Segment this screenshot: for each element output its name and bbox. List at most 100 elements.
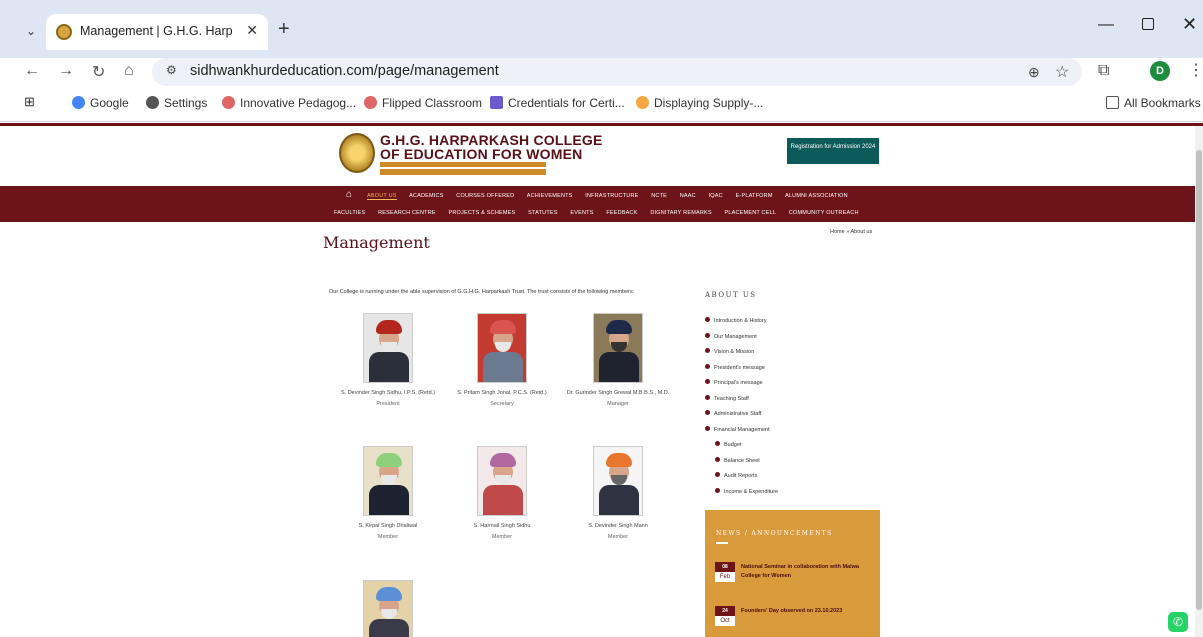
sidebar-subitem-balance[interactable]: Balance Sheet xyxy=(715,456,881,464)
gear-icon xyxy=(146,96,159,109)
member-name: S. Devinder Singh Sidhu, I.P.S. (Retd.) xyxy=(340,390,436,396)
nav-row-1: ABOUT US ACADEMICS COURSES OFFERED ACHIE… xyxy=(367,193,859,200)
nav-research[interactable]: RESEARCH CENTRE xyxy=(378,210,436,216)
bookmark-settings[interactable]: Settings xyxy=(146,96,207,110)
bullet-icon xyxy=(715,487,720,493)
google-icon xyxy=(72,96,85,109)
home-icon[interactable]: ⌂ xyxy=(346,189,352,200)
news-panel: NEWS / ANNOUNCEMENTS 08 Feb National Sem… xyxy=(705,510,880,637)
browser-toolbar: ← → ↻ ⌂ ⚙ sidhwankhurdeducation.com/page… xyxy=(0,58,1203,88)
zoom-icon[interactable]: ⊕ xyxy=(1028,64,1040,81)
bullet-icon xyxy=(715,472,720,477)
whatsapp-icon[interactable]: ✆ xyxy=(1168,612,1188,632)
bookmark-credentials[interactable]: Credentials for Certi... xyxy=(490,96,625,110)
all-bookmarks[interactable]: All Bookmarks xyxy=(1106,96,1201,110)
bullet-icon xyxy=(705,379,710,384)
nav-placement[interactable]: PLACEMENT CELL xyxy=(725,210,777,216)
bookmark-innovative[interactable]: Innovative Pedagog... xyxy=(222,96,356,110)
extensions-icon[interactable]: ⧉ xyxy=(1098,62,1109,80)
active-tab[interactable]: Management | G.H.G. Harparka ✕ xyxy=(46,14,268,50)
member-role: President xyxy=(376,401,400,407)
nav-events[interactable]: EVENTS xyxy=(570,210,593,216)
nav-iqac[interactable]: IQAC xyxy=(709,193,723,199)
nav-statutes[interactable]: STATUTES xyxy=(528,210,558,216)
url-text[interactable]: sidhwankhurdeducation.com/page/managemen… xyxy=(190,63,499,79)
sidebar-item-teaching[interactable]: Teaching Staff xyxy=(705,394,881,402)
sidebar-subitem-budget[interactable]: Budget xyxy=(715,441,881,448)
title-underline xyxy=(716,542,728,544)
window-close-icon[interactable]: ✕ xyxy=(1182,14,1197,35)
favicon-icon xyxy=(56,24,72,40)
page-title: Management xyxy=(323,233,430,252)
member-name: S. Pritam Singh Jonal, P.C.S. (Retd.) xyxy=(457,390,547,396)
reload-icon[interactable]: ↻ xyxy=(92,62,105,82)
forward-icon[interactable]: → xyxy=(58,62,74,80)
sidebar-subitem-income[interactable]: Income & Expenditure xyxy=(715,487,881,495)
member-name: Dr. Gurinder Singh Grewal M.B.B.S., M.D. xyxy=(566,390,670,396)
bookmark-star-icon[interactable]: ☆ xyxy=(1055,62,1069,82)
minimize-icon[interactable]: — xyxy=(1098,16,1114,34)
member-role: Member xyxy=(377,534,399,540)
sidebar-item-history[interactable]: Introduction & History xyxy=(705,317,881,324)
nav-courses[interactable]: COURSES OFFERED xyxy=(456,193,514,199)
member-role: Manager xyxy=(607,401,629,407)
nav-naac[interactable]: NAAC xyxy=(680,193,696,199)
site-info-icon[interactable]: ⚙ xyxy=(166,63,177,77)
sidebar-item-financial[interactable]: Financial Management xyxy=(705,425,881,433)
nav-community[interactable]: COMMUNITY OUTREACH xyxy=(789,210,859,216)
nav-ncte[interactable]: NCTE xyxy=(651,193,667,199)
tab-strip: ⌄ Management | G.H.G. Harparka ✕ + — ✕ xyxy=(0,0,1203,58)
apps-grid-icon[interactable]: ⊞ xyxy=(24,94,35,110)
nav-eplatform[interactable]: E-PLATFORM xyxy=(736,193,773,199)
scroll-thumb[interactable] xyxy=(1196,150,1202,610)
tab-close-icon[interactable]: ✕ xyxy=(246,22,258,39)
bookmark-favicon-icon xyxy=(636,96,649,109)
nav-faculties[interactable]: FACULTIES xyxy=(334,210,365,216)
browser-menu-icon[interactable]: ⋮ xyxy=(1188,60,1203,80)
news-text[interactable]: National Seminar in collaboration with M… xyxy=(741,563,871,581)
member-card: S. Harmail Singh Sidhu Member xyxy=(442,446,562,540)
home-icon[interactable]: ⌂ xyxy=(124,62,134,80)
new-tab-icon[interactable]: + xyxy=(278,18,290,41)
registration-button[interactable]: Registration for Admission 2024 xyxy=(787,138,879,164)
sidebar-item-admin-staff[interactable]: Administrative Staff xyxy=(705,410,881,417)
member-photo xyxy=(363,580,413,637)
nav-infrastructure[interactable]: INFRASTRUCTURE xyxy=(585,193,638,199)
member-card: S. Kirpal Singh Dhaliwal Member xyxy=(328,446,448,540)
date-badge: 24 Oct xyxy=(715,606,735,626)
nav-alumni[interactable]: ALUMNI ASSOCIATION xyxy=(785,193,848,199)
sidebar-item-president[interactable]: President's message xyxy=(705,363,881,371)
news-title: NEWS / ANNOUNCEMENTS xyxy=(716,530,833,537)
bullet-icon xyxy=(705,317,710,322)
back-icon[interactable]: ← xyxy=(24,62,40,80)
breadcrumb[interactable]: Home » About us xyxy=(830,229,872,235)
nav-dignitary[interactable]: DIGNITARY REMARKS xyxy=(650,210,711,216)
bookmark-supply[interactable]: Displaying Supply-... xyxy=(636,96,763,110)
member-role: Secretary xyxy=(490,401,514,407)
nav-achievements[interactable]: ACHIEVEMENTS xyxy=(527,193,573,199)
bookmark-flipped[interactable]: Flipped Classroom xyxy=(364,96,482,110)
date-badge: 08 Feb xyxy=(715,562,735,582)
member-name: S. Kirpal Singh Dhaliwal xyxy=(358,523,418,529)
bullet-icon xyxy=(705,363,710,369)
bullet-icon xyxy=(705,394,710,400)
maximize-icon[interactable] xyxy=(1142,18,1154,30)
profile-avatar[interactable]: D xyxy=(1150,61,1170,81)
sidebar-item-vision[interactable]: Vision & Mission xyxy=(705,348,881,355)
sidebar-item-principal[interactable]: Principal's message xyxy=(705,379,881,386)
nav-academics[interactable]: ACADEMICS xyxy=(409,193,444,199)
tab-title: Management | G.H.G. Harparka xyxy=(80,24,232,38)
college-logo[interactable] xyxy=(339,133,375,173)
nav-about-us[interactable]: ABOUT US xyxy=(367,193,397,200)
page-scrollbar[interactable] xyxy=(1195,126,1203,637)
nav-projects[interactable]: PROJECTS & SCHEMES xyxy=(449,210,516,216)
address-bar[interactable]: ⚙ sidhwankhurdeducation.com/page/managem… xyxy=(152,58,1082,86)
nav-feedback[interactable]: FEEDBACK xyxy=(606,210,637,216)
bullet-icon xyxy=(705,332,710,338)
sidebar-item-management[interactable]: Our Management xyxy=(705,332,881,340)
bookmark-google[interactable]: Google xyxy=(72,96,129,110)
news-text[interactable]: Founders' Day observed on 23.10.2023 xyxy=(741,607,871,616)
tab-search-chevron-icon[interactable]: ⌄ xyxy=(20,20,42,42)
member-name: S. Devinder Singh Mann xyxy=(588,523,648,529)
sidebar-subitem-audit[interactable]: Audit Reports xyxy=(715,472,881,479)
